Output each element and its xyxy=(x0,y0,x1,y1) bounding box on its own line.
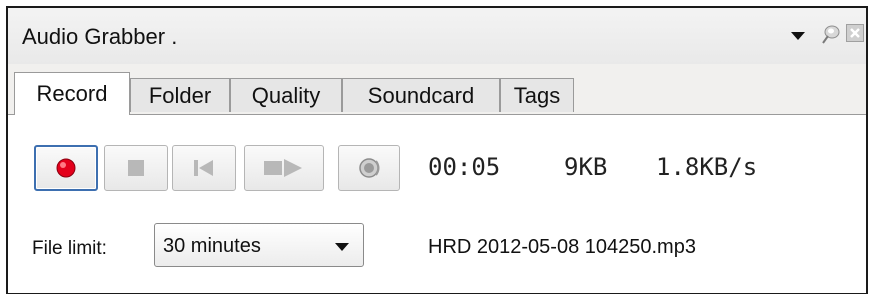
stop-button[interactable] xyxy=(104,145,168,191)
chevron-down-icon xyxy=(335,243,349,251)
skip-previous-icon xyxy=(194,160,213,176)
elapsed-time: 00:05 xyxy=(428,153,501,181)
tab-strip: Record Folder Quality Soundcard Tags xyxy=(8,66,866,115)
window-title: Audio Grabber . xyxy=(22,24,178,49)
file-limit-label: File limit: xyxy=(32,238,107,259)
audio-grabber-window: Audio Grabber . Record Folder Quality So… xyxy=(6,6,868,294)
tab-soundcard[interactable]: Soundcard xyxy=(342,78,500,112)
stop-icon xyxy=(128,160,144,176)
pin-icon[interactable] xyxy=(820,23,842,45)
sound-button[interactable] xyxy=(338,145,400,191)
play-button[interactable] xyxy=(244,145,324,191)
bitrate: 1.8KB/s xyxy=(656,153,758,181)
output-filename: HRD 2012-05-08 104250.mp3 xyxy=(428,236,696,258)
tab-folder[interactable]: Folder xyxy=(130,78,230,112)
file-limit-value: 30 minutes xyxy=(163,235,261,257)
close-button[interactable] xyxy=(846,24,864,42)
title-bar: Audio Grabber . xyxy=(8,8,866,64)
recorded-size: 9KB xyxy=(564,153,608,181)
skip-previous-button[interactable] xyxy=(172,145,236,191)
record-icon xyxy=(56,158,76,178)
play-icon xyxy=(264,159,302,177)
tab-quality[interactable]: Quality xyxy=(230,78,342,112)
file-limit-select[interactable]: 30 minutes xyxy=(154,223,364,267)
tab-tags[interactable]: Tags xyxy=(500,78,574,112)
speaker-icon xyxy=(359,158,380,178)
close-icon xyxy=(850,28,860,38)
menu-dropdown-icon[interactable] xyxy=(791,32,805,40)
tab-record[interactable]: Record xyxy=(14,72,130,115)
record-panel: 00:05 9KB 1.8KB/s File limit: 30 minutes… xyxy=(8,114,866,293)
record-button[interactable] xyxy=(34,145,98,191)
